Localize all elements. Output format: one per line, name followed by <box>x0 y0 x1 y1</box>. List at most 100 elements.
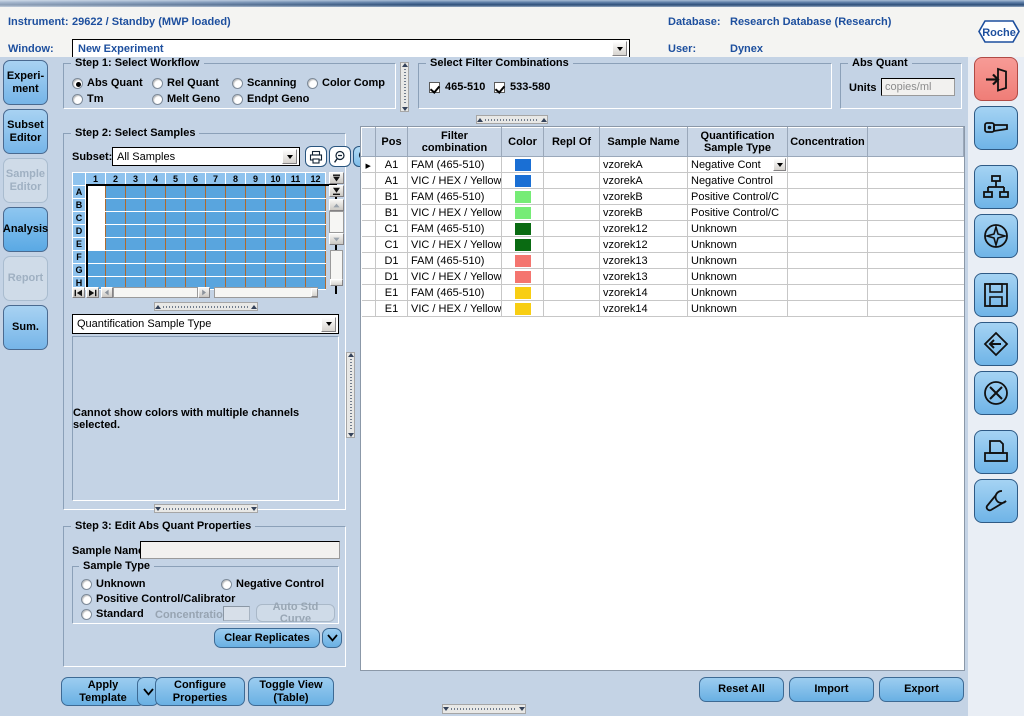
plate-well-F11[interactable] <box>285 250 306 264</box>
cell-sample-name[interactable]: vzorekA <box>599 156 688 173</box>
table-row[interactable]: A1FAM (465-510) vzorekANegative Cont <box>361 156 964 173</box>
plate-row-header-D[interactable]: D <box>72 224 86 238</box>
plate-hzoom-track[interactable] <box>214 287 318 298</box>
plate-well-E9[interactable] <box>245 237 266 251</box>
plate-well-D4[interactable] <box>145 224 166 238</box>
plate-well-E5[interactable] <box>165 237 186 251</box>
print-icon[interactable] <box>974 430 1018 474</box>
cell-pos[interactable]: A1 <box>375 156 408 173</box>
sample-name-input[interactable] <box>140 541 340 559</box>
vertical-splitter-main[interactable] <box>346 352 355 438</box>
cell-pos[interactable]: B1 <box>375 188 408 205</box>
zoom-out-icon[interactable] <box>329 146 351 167</box>
radio-scanning[interactable]: Scanning <box>232 77 297 89</box>
cell-quantification-sample-type[interactable]: Unknown <box>687 252 788 269</box>
table-row[interactable]: D1 FAM (465-510) vzorek13 Unknown <box>361 252 964 269</box>
plate-well-A5[interactable] <box>165 185 186 199</box>
tools-icon[interactable] <box>974 479 1018 523</box>
cell-filter-combination[interactable]: VIC / HEX / Yellow <box>407 268 502 285</box>
plate-well-B4[interactable] <box>145 198 166 212</box>
cell-concentration[interactable] <box>787 268 868 285</box>
plate-well-C6[interactable] <box>185 211 206 225</box>
chevron-down-icon[interactable] <box>321 316 336 332</box>
plate-well-D10[interactable] <box>265 224 286 238</box>
plate-well-D6[interactable] <box>185 224 206 238</box>
plate-well-E10[interactable] <box>265 237 286 251</box>
table-row[interactable]: D1 VIC / HEX / Yellow vzorek13 Unknown <box>361 268 964 285</box>
cell-color[interactable] <box>501 252 544 269</box>
plate-hscroll-first-button[interactable] <box>72 287 85 298</box>
checkbox-533-580[interactable]: 533-580 <box>494 81 550 93</box>
plate-scroll-up-button[interactable] <box>329 199 344 211</box>
cell-quantification-sample-type[interactable]: Positive Control/C <box>687 204 788 221</box>
cell-concentration[interactable] <box>787 172 868 189</box>
plate-well-F12[interactable] <box>305 250 326 264</box>
plate-well-A6[interactable] <box>185 185 206 199</box>
plate-well-B5[interactable] <box>165 198 186 212</box>
plate-well-D5[interactable] <box>165 224 186 238</box>
clear-replicates-button[interactable]: Clear Replicates <box>214 628 320 648</box>
plate-row-header-A[interactable]: A <box>72 185 86 199</box>
chevron-down-icon[interactable] <box>282 149 297 164</box>
plate-well-G1[interactable] <box>85 263 106 277</box>
cell-filter-combination[interactable]: VIC / HEX / Yellow <box>407 300 502 317</box>
chevron-down-icon[interactable] <box>612 41 627 56</box>
sidebar-item-analysis[interactable]: Analysis <box>3 207 48 252</box>
cell-concentration[interactable] <box>787 236 868 253</box>
plate-well-D11[interactable] <box>285 224 306 238</box>
cell-repl-of[interactable] <box>543 172 600 189</box>
plate-well-C11[interactable] <box>285 211 306 225</box>
cell-sample-name[interactable]: vzorek12 <box>599 220 688 237</box>
cell-concentration[interactable] <box>787 220 868 237</box>
cell-quantification-sample-type[interactable]: Positive Control/C <box>687 188 788 205</box>
cell-pos[interactable]: B1 <box>375 204 408 221</box>
cell-filter-combination[interactable]: VIC / HEX / Yellow <box>407 204 502 221</box>
cell-color[interactable] <box>501 156 544 173</box>
color-by-select[interactable]: Quantification Sample Type <box>72 314 339 334</box>
cell-color[interactable] <box>501 284 544 301</box>
plate-well-E11[interactable] <box>285 237 306 251</box>
plate-well-G9[interactable] <box>245 263 266 277</box>
radio-color-comp[interactable]: Color Comp <box>307 77 385 89</box>
col-filter[interactable]: Filter combination <box>407 127 502 157</box>
cell-filter-combination[interactable]: VIC / HEX / Yellow <box>407 172 502 189</box>
cell-sample-name[interactable]: vzorek13 <box>599 268 688 285</box>
plate-well-F10[interactable] <box>265 250 286 264</box>
cell-concentration[interactable] <box>787 156 868 173</box>
cell-color[interactable] <box>501 268 544 285</box>
cell-quantification-sample-type[interactable]: Unknown <box>687 300 788 317</box>
plate-well-G3[interactable] <box>125 263 146 277</box>
plate-well-C10[interactable] <box>265 211 286 225</box>
plate-well-F9[interactable] <box>245 250 266 264</box>
toggle-view-button[interactable]: Toggle View (Table) <box>248 677 334 706</box>
plate-well-G10[interactable] <box>265 263 286 277</box>
plate-well-E7[interactable] <box>205 237 226 251</box>
plate-hzoom-thumb[interactable] <box>311 288 318 297</box>
back-icon[interactable] <box>974 322 1018 366</box>
window-select[interactable]: New Experiment <box>72 39 630 58</box>
cell-sample-name[interactable]: vzorekB <box>599 188 688 205</box>
radio-abs-quant[interactable]: Abs Quant <box>72 77 143 89</box>
plate-well-E3[interactable] <box>125 237 146 251</box>
radio-negative-control[interactable]: Negative Control <box>221 578 324 590</box>
cell-pos[interactable]: C1 <box>375 220 408 237</box>
reset-all-button[interactable]: Reset All <box>699 677 784 702</box>
plate-row-header-F[interactable]: F <box>72 250 86 264</box>
cell-pos[interactable]: D1 <box>375 268 408 285</box>
plate-well-C12[interactable] <box>305 211 326 225</box>
checkbox-465-510[interactable]: 465-510 <box>429 81 485 93</box>
radio-positive-control[interactable]: Positive Control/Calibrator <box>81 593 235 605</box>
plate-panel-splitter[interactable] <box>154 302 258 311</box>
bottom-splitter[interactable] <box>442 704 526 714</box>
clear-replicates-dropdown-button[interactable] <box>322 628 342 648</box>
plate-row-header-C[interactable]: C <box>72 211 86 225</box>
radio-unknown[interactable]: Unknown <box>81 578 146 590</box>
plate-well-D1[interactable] <box>85 224 106 238</box>
print-icon[interactable] <box>305 146 327 167</box>
plate-well-F3[interactable] <box>125 250 146 264</box>
plate-well-C4[interactable] <box>145 211 166 225</box>
plate-well-E6[interactable] <box>185 237 206 251</box>
plate-well-C3[interactable] <box>125 211 146 225</box>
navigator-icon[interactable] <box>974 214 1018 258</box>
cell-filter-combination[interactable]: FAM (465-510) <box>407 188 502 205</box>
